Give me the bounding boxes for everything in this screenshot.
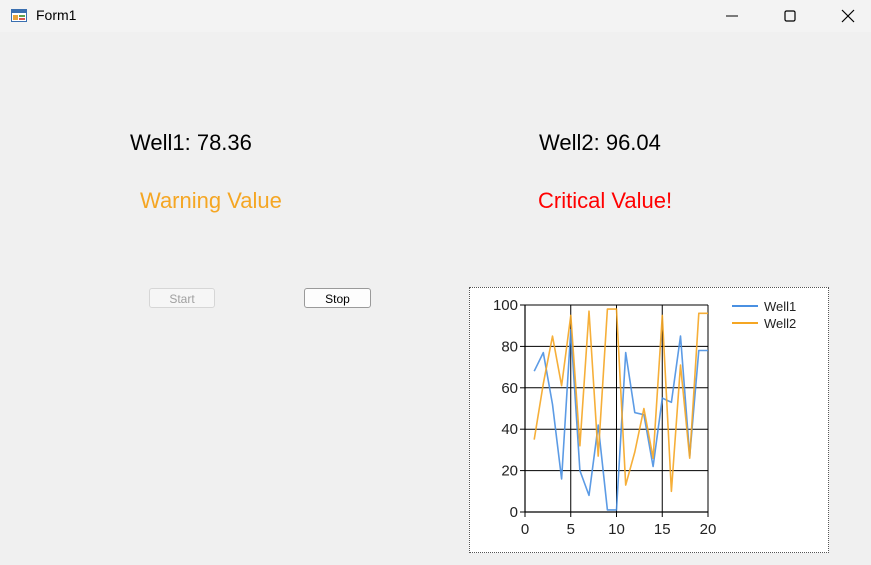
maximize-icon [784, 10, 796, 22]
window-title: Form1 [36, 7, 77, 23]
chart-svg: 0 20 40 60 80 100 0 5 10 15 20 Well1 Well2 [493, 297, 796, 538]
title-bar[interactable]: Form1 [0, 0, 871, 32]
well2-value-label: Well2: 96.04 [539, 130, 661, 155]
y-tick-label: 0 [510, 504, 518, 521]
legend-label-well1: Well1 [764, 299, 796, 314]
x-tick-label: 20 [700, 521, 717, 538]
well2-status-label: Critical Value! [538, 188, 673, 213]
minimize-icon [726, 15, 738, 17]
minimize-button[interactable] [703, 0, 761, 32]
y-tick-label: 80 [501, 338, 518, 355]
legend-label-well2: Well2 [764, 316, 796, 331]
x-tick-label: 5 [567, 521, 575, 538]
x-tick-label: 10 [608, 521, 625, 538]
form-window: Form1 Well1: 78.36 Well2: 96.04 Warning … [0, 0, 871, 565]
form-app-icon [11, 9, 27, 22]
start-button[interactable]: Start [149, 288, 215, 308]
y-tick-label: 20 [501, 463, 518, 480]
maximize-button[interactable] [761, 0, 819, 32]
well1-value-label: Well1: 78.36 [130, 130, 252, 155]
y-tick-label: 60 [501, 380, 518, 397]
close-icon [841, 9, 855, 23]
x-tick-label: 15 [654, 521, 671, 538]
y-tick-label: 100 [493, 297, 518, 314]
close-button[interactable] [819, 0, 871, 32]
well-chart: 0 20 40 60 80 100 0 5 10 15 20 Well1 Well2 [469, 287, 829, 553]
x-tick-label: 0 [521, 521, 529, 538]
well1-status-label: Warning Value [140, 188, 282, 213]
stop-button[interactable]: Stop [304, 288, 371, 308]
series-line-well1 [533, 328, 708, 511]
y-tick-label: 40 [501, 421, 518, 438]
